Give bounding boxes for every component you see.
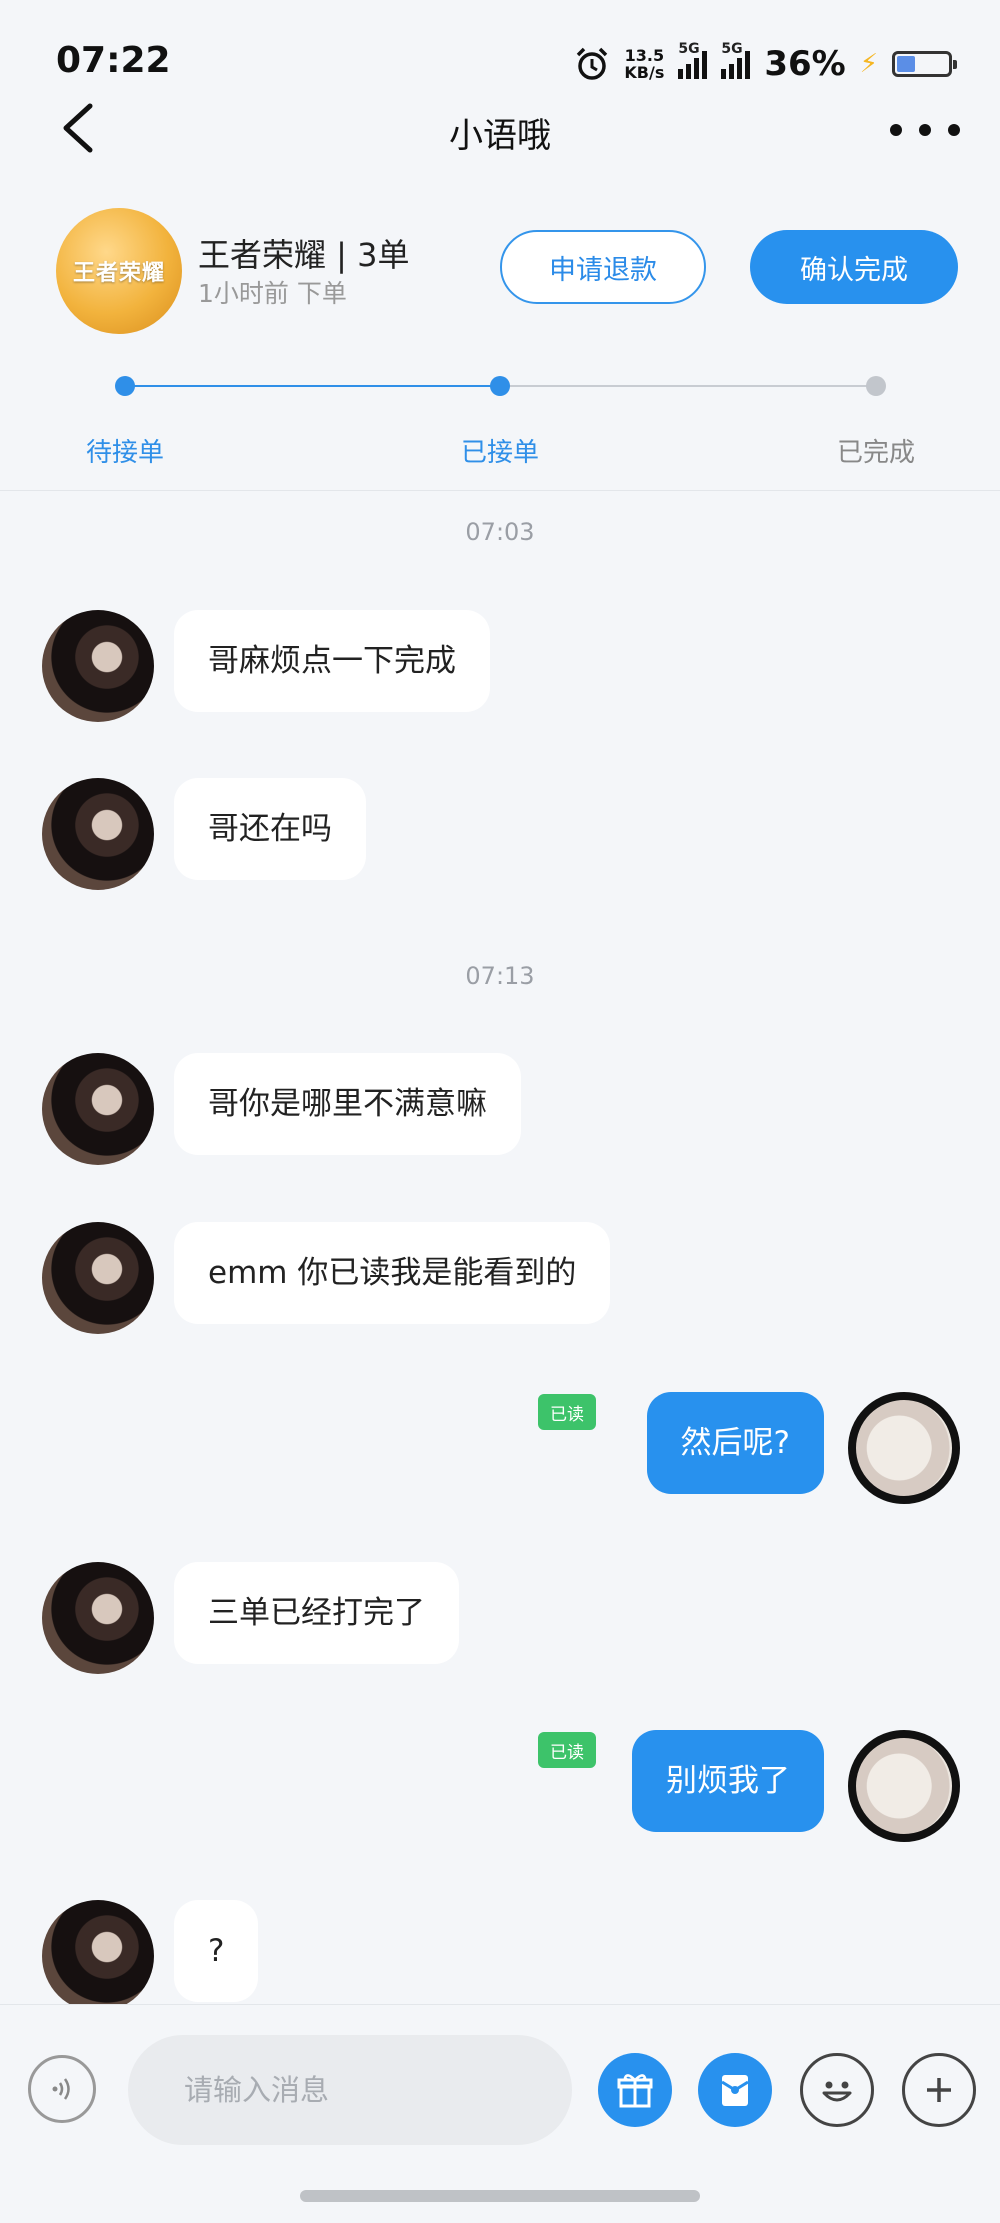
chat-header: 小语哦 bbox=[0, 90, 1000, 170]
confirm-complete-button[interactable]: 确认完成 bbox=[750, 230, 958, 304]
timestamp: 07:03 bbox=[465, 518, 535, 546]
plus-icon[interactable] bbox=[902, 2053, 976, 2127]
progress-line-pending bbox=[500, 385, 876, 387]
read-badge: 已读 bbox=[538, 1394, 596, 1430]
red-packet-icon[interactable] bbox=[698, 2053, 772, 2127]
message-bubble: ? bbox=[174, 1900, 259, 2002]
avatar[interactable] bbox=[42, 1900, 154, 2012]
step-dot bbox=[490, 376, 510, 396]
read-badge: 已读 bbox=[538, 1732, 596, 1768]
avatar[interactable] bbox=[42, 1222, 154, 1334]
step-label-accepted: 已接单 bbox=[460, 438, 540, 468]
gift-icon[interactable] bbox=[598, 2053, 672, 2127]
signal-icon: 5G bbox=[721, 41, 751, 79]
message-bubble-sent: 然后呢? bbox=[646, 1392, 824, 1494]
message-bubble: 三单已经打完了 bbox=[174, 1562, 459, 1664]
status-time: 07:22 bbox=[56, 40, 171, 81]
voice-wave-icon bbox=[52, 2078, 70, 2100]
progress-line-done bbox=[125, 385, 500, 387]
my-avatar[interactable] bbox=[848, 1392, 960, 1504]
avatar[interactable] bbox=[42, 1562, 154, 1674]
message-bubble: 哥麻烦点一下完成 bbox=[174, 610, 490, 712]
message-bubble: emm 你已读我是能看到的 bbox=[174, 1222, 611, 1324]
status-icons: 13.5 KB/s 5G 5G 36% ⚡ bbox=[574, 41, 957, 86]
timestamp: 07:13 bbox=[465, 962, 535, 990]
battery-icon bbox=[892, 51, 957, 77]
message-input[interactable] bbox=[128, 2035, 572, 2145]
order-panel: 王者荣耀 王者荣耀 | 3单 1小时前 下单 申请退款 确认完成 待接单 已接单… bbox=[0, 190, 1000, 491]
alarm-icon bbox=[577, 47, 608, 80]
step-dot bbox=[866, 376, 886, 396]
avatar[interactable] bbox=[42, 778, 154, 890]
page-title: 小语哦 bbox=[449, 116, 551, 156]
network-speed: 13.5 KB/s bbox=[624, 46, 665, 82]
message-bubble: 哥还在吗 bbox=[174, 778, 366, 880]
step-label-pending-accept: 待接单 bbox=[85, 438, 165, 468]
battery-percent: 36% bbox=[764, 44, 846, 84]
message-bubble-sent: 别烦我了 bbox=[632, 1730, 824, 1832]
more-icon[interactable] bbox=[890, 112, 960, 148]
battery-level bbox=[897, 56, 915, 72]
refund-button[interactable]: 申请退款 bbox=[500, 230, 706, 304]
step-label-completed: 已完成 bbox=[836, 438, 916, 468]
signal-icon: 5G bbox=[678, 41, 708, 79]
game-logo: 王者荣耀 bbox=[56, 208, 182, 334]
my-avatar[interactable] bbox=[848, 1730, 960, 1842]
home-indicator[interactable] bbox=[300, 2190, 700, 2202]
order-title: 王者荣耀 | 3单 bbox=[198, 236, 410, 274]
emoji-icon[interactable] bbox=[800, 2053, 874, 2127]
avatar[interactable] bbox=[42, 1053, 154, 1165]
voice-icon[interactable] bbox=[28, 2055, 96, 2123]
order-subtitle: 1小时前 下单 bbox=[198, 279, 347, 308]
charging-icon: ⚡ bbox=[859, 49, 878, 79]
message-bubble: 哥你是哪里不满意嘛 bbox=[174, 1053, 521, 1155]
step-dot bbox=[115, 376, 135, 396]
avatar[interactable] bbox=[42, 610, 154, 722]
